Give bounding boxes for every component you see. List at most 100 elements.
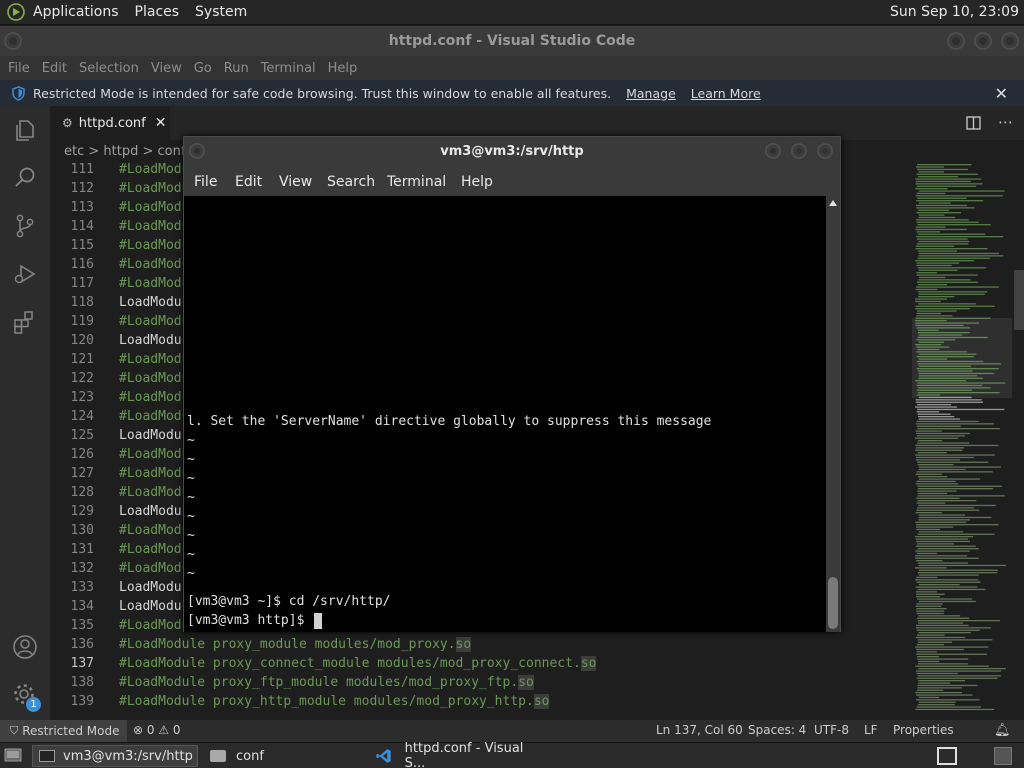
minimap-line (915, 308, 970, 310)
problems-indicator[interactable]: ⊗ 0 ⚠ 0 (133, 723, 181, 737)
code-line[interactable]: 139 #LoadModule proxy_http_module modules… (50, 694, 910, 713)
terminal-menu-terminal[interactable]: Terminal (387, 174, 446, 190)
split-editor-icon[interactable] (966, 116, 981, 130)
terminal-scrollbar[interactable] (826, 196, 840, 632)
terminal-menu-edit[interactable]: Edit (235, 174, 262, 190)
minimap-line (915, 245, 955, 247)
terminal-menu-search[interactable]: Search (327, 174, 375, 190)
terminal-maximize-button[interactable] (791, 143, 807, 159)
line-number: 123 (70, 390, 94, 405)
minimap-line (917, 507, 974, 509)
minimap-line (916, 185, 977, 187)
places-menu[interactable]: Places (135, 4, 180, 20)
menu-edit[interactable]: Edit (42, 61, 67, 76)
code-line[interactable]: 138 #LoadModule proxy_ftp_module modules/… (50, 675, 910, 694)
minimap-line (916, 653, 987, 655)
minimap-line (915, 459, 961, 461)
terminal-window-title: vm3@vm3:/srv/http (440, 144, 584, 159)
tab-close-icon[interactable]: ✕ (155, 115, 167, 131)
terminal-output[interactable]: l. Set the 'ServerName' directive global… (184, 196, 826, 632)
system-menu[interactable]: System (195, 4, 247, 20)
vscode-maximize-button[interactable] (974, 32, 992, 50)
line-number: 113 (70, 200, 94, 215)
menu-run[interactable]: Run (224, 61, 249, 76)
banner-close-icon[interactable]: ✕ (995, 84, 1008, 103)
code-line[interactable]: 137 #LoadModule proxy_connect_module modu… (50, 656, 910, 675)
line-text: LoadModu (119, 428, 182, 443)
minimap-line (917, 490, 957, 492)
tab-httpd-conf[interactable]: ⚙ httpd.conf ✕ (50, 106, 170, 140)
language-mode[interactable]: Properties (893, 723, 954, 737)
minimap-line (916, 480, 956, 483)
workspace-switcher[interactable] (937, 747, 957, 765)
terminal-menu-file[interactable]: File (194, 174, 217, 190)
terminal-minimize-button[interactable] (765, 143, 781, 159)
minimap-line (916, 644, 944, 646)
minimap-line (918, 516, 992, 519)
menu-go[interactable]: Go (194, 61, 212, 76)
trash-icon[interactable] (994, 747, 1012, 765)
minimap-line (916, 274, 978, 276)
explorer-icon[interactable] (11, 116, 39, 144)
terminal-window[interactable]: vm3@vm3:/srv/http File Edit View Search … (183, 136, 841, 632)
menu-view[interactable]: View (151, 61, 182, 76)
line-number: 115 (70, 238, 94, 253)
terminal-icon (39, 750, 55, 762)
panel-clock[interactable]: Sun Sep 10, 23:09 (890, 4, 1019, 20)
minimap-line (917, 428, 1000, 430)
shield-icon (12, 85, 25, 101)
notifications-bell-icon[interactable]: 🔔︎ (994, 723, 1011, 738)
minimap-line (915, 401, 984, 403)
terminal-menu-help[interactable]: Help (461, 174, 493, 190)
run-debug-icon[interactable] (11, 260, 39, 288)
editor-scrollbar-thumb[interactable] (1014, 270, 1024, 330)
minimap-line (915, 636, 966, 639)
minimap-line (916, 471, 993, 473)
source-control-icon[interactable] (11, 212, 39, 240)
editor-scrollbar[interactable] (1014, 160, 1024, 720)
line-content: LoadModu (119, 599, 182, 614)
account-icon[interactable] (11, 633, 39, 661)
minimap-line (915, 248, 988, 250)
menu-help[interactable]: Help (328, 61, 358, 76)
terminal-scrollbar-thumb[interactable] (828, 577, 838, 629)
code-line[interactable]: 136 #LoadModule proxy_module modules/mod_… (50, 637, 910, 656)
minimap-line (916, 200, 984, 202)
banner-learn-more-link[interactable]: Learn More (691, 86, 761, 101)
menu-selection[interactable]: Selection (79, 61, 139, 76)
terminal-title-bar[interactable]: vm3@vm3:/srv/http (184, 137, 840, 167)
search-icon[interactable] (11, 164, 39, 192)
taskbar-item-terminal[interactable]: vm3@vm3:/srv/http (32, 745, 198, 767)
minimap-line (916, 629, 980, 631)
top-panel: Applications Places System Sun Sep 10, 2… (0, 0, 1024, 25)
minimap-line (916, 312, 941, 315)
vscode-close-button[interactable] (1001, 32, 1019, 50)
breadcrumb[interactable]: etc > httpd > conf > (64, 144, 200, 159)
show-desktop-icon[interactable] (4, 747, 22, 763)
restricted-mode-indicator[interactable]: ⛉ Restricted Mode (0, 720, 128, 742)
minimap-line (919, 569, 998, 571)
end-of-line[interactable]: LF (864, 723, 878, 737)
terminal-menu-view[interactable]: View (279, 174, 312, 190)
menu-file[interactable]: File (8, 61, 30, 76)
terminal-close-button[interactable] (817, 143, 833, 159)
minimap[interactable] (912, 160, 1012, 720)
line-content: #LoadModu (119, 257, 190, 272)
vscode-minimize-button[interactable] (947, 32, 965, 50)
indentation[interactable]: Spaces: 4 (748, 723, 806, 737)
extensions-icon[interactable] (11, 308, 39, 336)
cursor-position[interactable]: Ln 137, Col 60 (656, 723, 743, 737)
applications-menu[interactable]: Applications (33, 4, 119, 20)
more-actions-icon[interactable]: ⋯ (998, 113, 1013, 131)
menu-terminal[interactable]: Terminal (261, 61, 316, 76)
distro-logo-icon[interactable] (7, 3, 25, 21)
taskbar-item-conf[interactable]: conf (204, 745, 364, 767)
scroll-up-arrow-icon[interactable] (829, 200, 837, 206)
taskbar-item-vscode[interactable]: httpd.conf - Visual S... (370, 741, 545, 768)
minimap-line (917, 617, 970, 619)
banner-manage-link[interactable]: Manage (626, 86, 676, 101)
vscode-menu-button[interactable] (4, 32, 22, 50)
minimap-line (917, 639, 993, 641)
encoding[interactable]: UTF-8 (814, 723, 849, 737)
vscode-title-bar[interactable]: httpd.conf - Visual Studio Code (0, 26, 1024, 56)
